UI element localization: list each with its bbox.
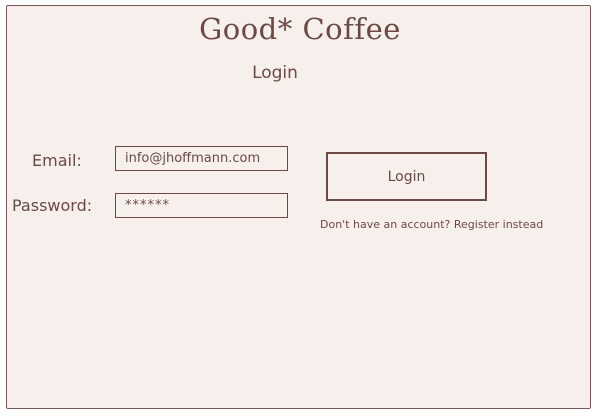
- register-link[interactable]: Don't have an account? Register instead: [320, 218, 543, 231]
- password-label: Password:: [12, 196, 93, 215]
- login-button[interactable]: Login: [326, 152, 487, 201]
- password-field[interactable]: [115, 193, 288, 218]
- email-label: Email:: [32, 151, 82, 170]
- page-title: Login: [252, 63, 298, 83]
- brand-title: Good* Coffee: [199, 12, 401, 46]
- email-field[interactable]: [115, 146, 288, 171]
